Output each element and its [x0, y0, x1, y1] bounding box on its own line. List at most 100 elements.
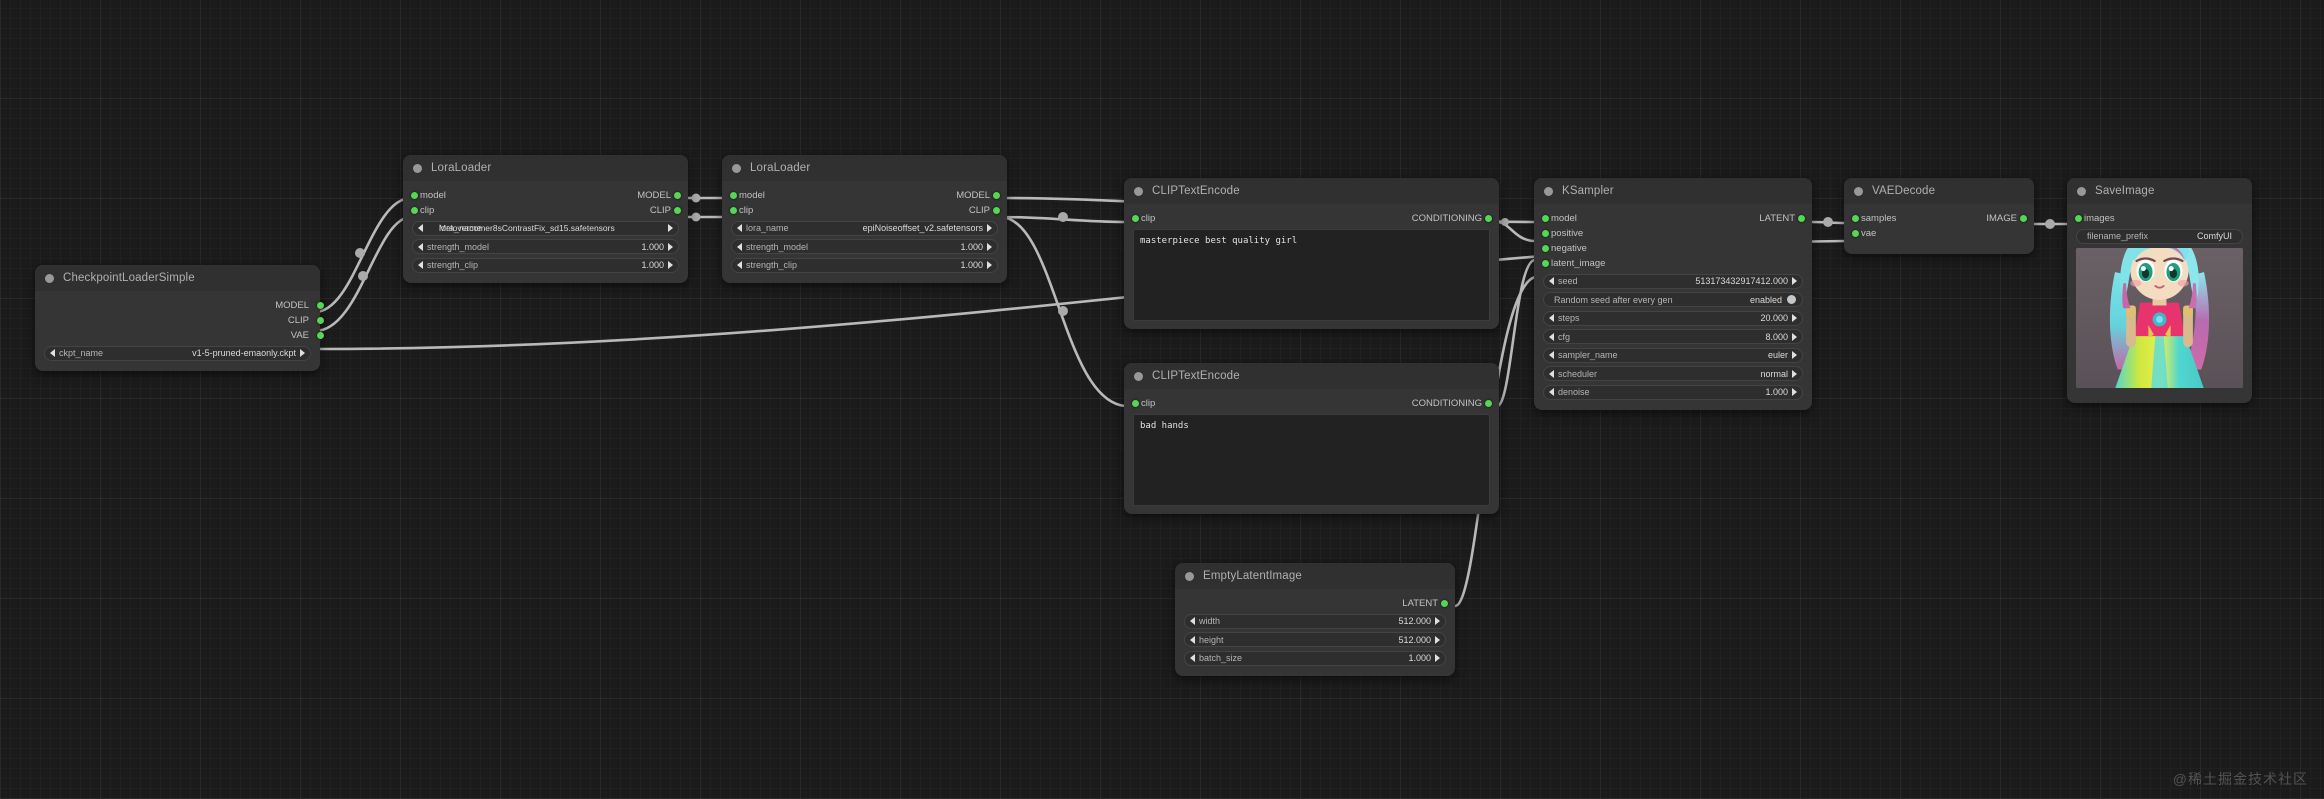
slot-row-model[interactable]: model MODEL	[722, 189, 1007, 202]
output-slot-clip[interactable]: CLIP	[969, 205, 996, 216]
input-slot-clip[interactable]: clip	[1135, 398, 1155, 409]
toggle-knob-icon[interactable]	[1787, 295, 1796, 304]
widget-cfg[interactable]: cfg 8.000	[1543, 329, 1803, 344]
slot-row-clip[interactable]: clip CLIP	[722, 204, 1007, 217]
input-port-dot[interactable]	[730, 207, 737, 214]
input-port-dot[interactable]	[1132, 400, 1139, 407]
image-preview[interactable]	[2076, 248, 2243, 388]
input-slot-vae[interactable]: vae	[1855, 228, 1876, 239]
widget-batch-size[interactable]: batch_size 1.000	[1184, 651, 1446, 666]
node-header[interactable]: LoraLoader	[403, 155, 688, 181]
widget-sampler-name[interactable]: sampler_name euler	[1543, 348, 1803, 363]
slot-row-model[interactable]: model LATENT	[1534, 212, 1812, 225]
node-cliptextencode-negative[interactable]: CLIPTextEncode clip CONDITIONING bad han…	[1124, 363, 1499, 514]
slot-row-clip[interactable]: clip CONDITIONING	[1124, 397, 1499, 410]
node-graph-canvas[interactable]: CheckpointLoaderSimple MODEL CLIP VAE	[0, 0, 2324, 799]
slot-row-clip[interactable]: clip CONDITIONING	[1124, 212, 1499, 225]
slot-row-positive[interactable]: positive	[1534, 227, 1812, 240]
output-port-dot[interactable]	[993, 207, 1000, 214]
output-port-dot[interactable]	[317, 317, 324, 324]
increment-arrow-icon[interactable]	[668, 224, 673, 232]
collapse-dot-icon[interactable]	[45, 274, 54, 283]
node-loraloader-1[interactable]: LoraLoader model MODEL clip	[403, 155, 688, 283]
collapse-dot-icon[interactable]	[732, 164, 741, 173]
output-slot-model[interactable]: MODEL	[637, 190, 677, 201]
output-port-dot[interactable]	[1798, 215, 1805, 222]
input-slot-positive[interactable]: positive	[1545, 228, 1583, 239]
increment-arrow-icon[interactable]	[1792, 333, 1797, 341]
widget-lora-name[interactable]: lora_name Melovercomer8sContrastFix_sd15…	[412, 221, 679, 236]
increment-arrow-icon[interactable]	[1792, 388, 1797, 396]
increment-arrow-icon[interactable]	[1792, 314, 1797, 322]
collapse-dot-icon[interactable]	[413, 164, 422, 173]
collapse-dot-icon[interactable]	[1134, 187, 1143, 196]
input-port-dot[interactable]	[411, 207, 418, 214]
input-slot-clip[interactable]: clip	[1135, 213, 1155, 224]
slot-row-images[interactable]: images	[2067, 212, 2252, 225]
slot-row-samples[interactable]: samples IMAGE	[1844, 212, 2034, 225]
increment-arrow-icon[interactable]	[1792, 370, 1797, 378]
node-emptylatentimage[interactable]: EmptyLatentImage LATENT width 512.000	[1175, 563, 1455, 676]
output-port-dot[interactable]	[674, 192, 681, 199]
node-loraloader-2[interactable]: LoraLoader model MODEL clip	[722, 155, 1007, 283]
increment-arrow-icon[interactable]	[300, 349, 305, 357]
collapse-dot-icon[interactable]	[1134, 372, 1143, 381]
output-slot-image[interactable]: IMAGE	[1986, 213, 2023, 224]
widget-strength-model[interactable]: strength_model 1.000	[731, 239, 998, 254]
input-port-dot[interactable]	[411, 192, 418, 199]
input-slot-clip[interactable]: clip	[733, 205, 753, 216]
widget-width[interactable]: width 512.000	[1184, 614, 1446, 629]
widget-strength-clip[interactable]: strength_clip 1.000	[412, 258, 679, 273]
output-port-dot[interactable]	[317, 332, 324, 339]
output-port-dot[interactable]	[674, 207, 681, 214]
input-slot-negative[interactable]: negative	[1545, 243, 1587, 254]
node-vaedecode[interactable]: VAEDecode samples IMAGE vae	[1844, 178, 2034, 254]
widget-denoise[interactable]: denoise 1.000	[1543, 385, 1803, 400]
input-port-dot[interactable]	[2075, 215, 2082, 222]
widget-seed[interactable]: seed 513173432917412.000	[1543, 274, 1803, 289]
node-saveimage[interactable]: SaveImage images filename_prefix ComfyUI	[2067, 178, 2252, 403]
input-port-dot[interactable]	[1542, 215, 1549, 222]
input-port-dot[interactable]	[1542, 230, 1549, 237]
widget-strength-model[interactable]: strength_model 1.000	[412, 239, 679, 254]
prompt-textarea-positive[interactable]: masterpiece best quality girl	[1133, 229, 1490, 321]
output-port-dot[interactable]	[1441, 600, 1448, 607]
output-slot-conditioning[interactable]: CONDITIONING	[1412, 398, 1488, 409]
decrement-arrow-icon[interactable]	[418, 224, 423, 232]
input-port-dot[interactable]	[1542, 260, 1549, 267]
output-slot-latent[interactable]: LATENT	[1759, 213, 1801, 224]
widget-steps[interactable]: steps 20.000	[1543, 311, 1803, 326]
input-slot-model[interactable]: model	[1545, 213, 1577, 224]
node-header[interactable]: LoraLoader	[722, 155, 1007, 181]
widget-height[interactable]: height 512.000	[1184, 632, 1446, 647]
input-port-dot[interactable]	[1852, 230, 1859, 237]
increment-arrow-icon[interactable]	[1792, 277, 1797, 285]
node-header[interactable]: CLIPTextEncode	[1124, 363, 1499, 389]
increment-arrow-icon[interactable]	[1435, 654, 1440, 662]
output-port-dot[interactable]	[317, 302, 324, 309]
node-ksampler[interactable]: KSampler model LATENT positive	[1534, 178, 1812, 410]
node-header[interactable]: KSampler	[1534, 178, 1812, 204]
input-port-dot[interactable]	[1852, 215, 1859, 222]
node-header[interactable]: CLIPTextEncode	[1124, 178, 1499, 204]
increment-arrow-icon[interactable]	[987, 261, 992, 269]
widget-filename-prefix[interactable]: filename_prefix ComfyUI	[2076, 229, 2243, 244]
node-header[interactable]: EmptyLatentImage	[1175, 563, 1455, 589]
slot-row-negative[interactable]: negative	[1534, 242, 1812, 255]
node-header[interactable]: VAEDecode	[1844, 178, 2034, 204]
increment-arrow-icon[interactable]	[668, 261, 673, 269]
output-slot-clip[interactable]: CLIP	[35, 314, 320, 327]
node-header[interactable]: SaveImage	[2067, 178, 2252, 204]
collapse-dot-icon[interactable]	[1854, 187, 1863, 196]
node-checkpointloadersimple[interactable]: CheckpointLoaderSimple MODEL CLIP VAE	[35, 265, 320, 371]
input-port-dot[interactable]	[1132, 215, 1139, 222]
input-slot-latent-image[interactable]: latent_image	[1545, 258, 1605, 269]
collapse-dot-icon[interactable]	[1185, 572, 1194, 581]
output-slot-model[interactable]: MODEL	[35, 299, 320, 312]
node-header[interactable]: CheckpointLoaderSimple	[35, 265, 320, 291]
output-slot-clip[interactable]: CLIP	[650, 205, 677, 216]
output-port-dot[interactable]	[2020, 215, 2027, 222]
toggle-group[interactable]: enabled	[1750, 295, 1796, 305]
input-port-dot[interactable]	[1542, 245, 1549, 252]
increment-arrow-icon[interactable]	[668, 243, 673, 251]
